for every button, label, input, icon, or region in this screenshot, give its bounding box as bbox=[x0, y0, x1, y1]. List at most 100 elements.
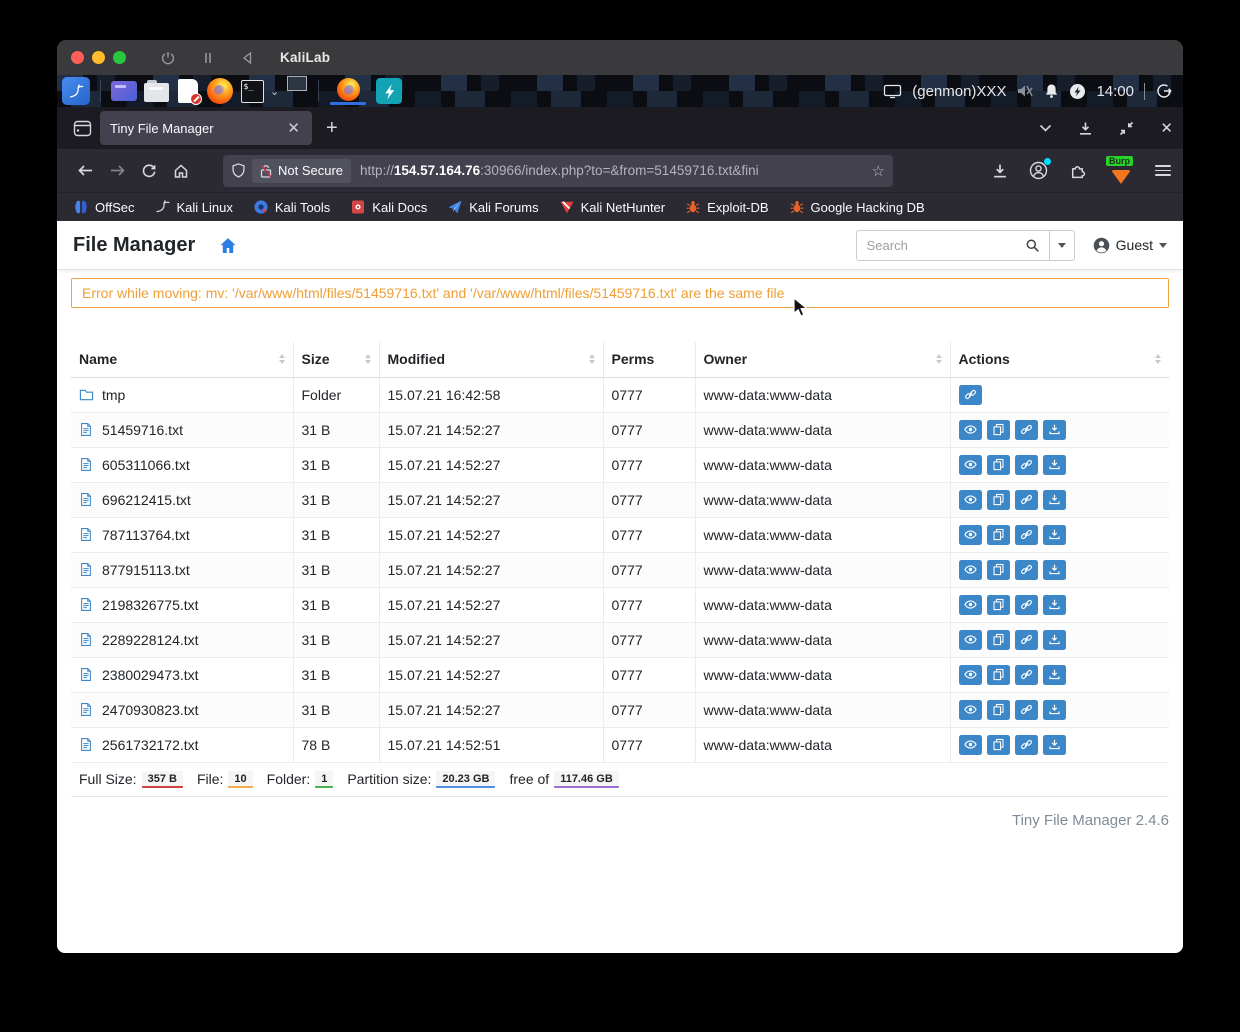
pause-icon[interactable] bbox=[202, 51, 214, 65]
file-link[interactable]: 2380029473.txt bbox=[79, 667, 285, 683]
preview-button[interactable] bbox=[958, 559, 982, 580]
download-button[interactable] bbox=[1042, 559, 1066, 580]
bookmark-kali-linux[interactable]: Kali Linux bbox=[155, 199, 233, 215]
preview-button[interactable] bbox=[958, 734, 982, 755]
notification-bell-icon[interactable] bbox=[1044, 83, 1059, 99]
bookmark-kali-forums[interactable]: Kali Forums bbox=[447, 199, 539, 215]
bookmark-star-icon[interactable]: ☆ bbox=[872, 162, 885, 180]
text-editor-launcher[interactable] bbox=[175, 78, 202, 105]
column-header-size[interactable]: Size bbox=[292, 342, 380, 378]
search-options-button[interactable] bbox=[1050, 231, 1074, 260]
file-link[interactable]: 2289228124.txt bbox=[79, 632, 285, 648]
new-tab-button[interactable]: + bbox=[326, 117, 338, 140]
file-link[interactable]: tmp bbox=[79, 387, 285, 403]
bookmark-offsec[interactable]: OffSec bbox=[73, 199, 135, 215]
home-icon[interactable] bbox=[165, 156, 197, 186]
logout-icon[interactable] bbox=[1155, 82, 1173, 100]
preview-button[interactable] bbox=[958, 489, 982, 510]
macos-close-button[interactable] bbox=[71, 51, 84, 64]
download-button[interactable] bbox=[1042, 734, 1066, 755]
link-button[interactable] bbox=[958, 384, 982, 405]
display-icon[interactable] bbox=[883, 84, 902, 99]
restore-window-icon[interactable] bbox=[1119, 121, 1134, 136]
column-header-actions[interactable]: Actions bbox=[949, 342, 1169, 378]
macos-minimize-button[interactable] bbox=[92, 51, 105, 64]
power-icon[interactable] bbox=[160, 50, 176, 66]
link-button[interactable] bbox=[1014, 699, 1038, 720]
copy-button[interactable] bbox=[986, 419, 1010, 440]
file-link[interactable]: 2561732172.txt bbox=[79, 737, 285, 753]
bookmark-kali-docs[interactable]: Kali Docs bbox=[350, 199, 427, 215]
copy-button[interactable] bbox=[986, 559, 1010, 580]
bookmark-google-hacking-db[interactable]: Google Hacking DB bbox=[789, 199, 925, 215]
workspace-switcher[interactable] bbox=[287, 76, 308, 91]
home-link[interactable] bbox=[219, 237, 237, 254]
kali-menu-button[interactable] bbox=[62, 77, 90, 105]
download-button[interactable] bbox=[1042, 524, 1066, 545]
menu-hamburger-icon[interactable] bbox=[1155, 162, 1171, 179]
user-menu[interactable]: Guest bbox=[1093, 237, 1167, 254]
terminal-emulator-launcher[interactable]: $_ bbox=[239, 78, 265, 104]
file-link[interactable]: 605311066.txt bbox=[79, 457, 285, 473]
copy-button[interactable] bbox=[986, 664, 1010, 685]
copy-button[interactable] bbox=[986, 454, 1010, 475]
download-button[interactable] bbox=[1042, 489, 1066, 510]
download-button[interactable] bbox=[1042, 629, 1066, 650]
tab-close-icon[interactable]: ✕ bbox=[285, 119, 302, 137]
link-button[interactable] bbox=[1014, 594, 1038, 615]
bookmark-kali-tools[interactable]: Kali Tools bbox=[253, 199, 330, 215]
shield-icon[interactable] bbox=[231, 162, 246, 179]
column-header-modified[interactable]: Modified bbox=[378, 342, 604, 378]
download-button[interactable] bbox=[1042, 419, 1066, 440]
firefox-launcher[interactable] bbox=[207, 78, 233, 104]
column-header-owner[interactable]: Owner bbox=[694, 342, 951, 378]
preview-button[interactable] bbox=[958, 699, 982, 720]
security-chip[interactable]: Not Secure bbox=[252, 158, 352, 183]
copy-button[interactable] bbox=[986, 629, 1010, 650]
download-button[interactable] bbox=[1042, 664, 1066, 685]
reload-icon[interactable] bbox=[133, 156, 165, 186]
taskbar-window-zap[interactable] bbox=[376, 78, 403, 104]
back-icon[interactable] bbox=[69, 156, 101, 186]
file-link[interactable]: 696212415.txt bbox=[79, 492, 285, 508]
link-button[interactable] bbox=[1014, 524, 1038, 545]
file-link[interactable]: 877915113.txt bbox=[79, 562, 285, 578]
firefox-view-icon[interactable] bbox=[73, 120, 92, 137]
link-button[interactable] bbox=[1014, 419, 1038, 440]
file-manager-launcher[interactable] bbox=[143, 78, 169, 104]
preview-button[interactable] bbox=[958, 454, 982, 475]
file-link[interactable]: 51459716.txt bbox=[79, 422, 285, 438]
copy-button[interactable] bbox=[986, 524, 1010, 545]
preview-button[interactable] bbox=[958, 419, 982, 440]
preview-button[interactable] bbox=[958, 664, 982, 685]
previous-icon[interactable] bbox=[240, 51, 254, 65]
audio-muted-icon[interactable] bbox=[1016, 83, 1034, 99]
list-all-tabs-icon[interactable] bbox=[1039, 124, 1052, 132]
bookmark-exploit-db[interactable]: Exploit-DB bbox=[685, 199, 769, 215]
browser-tab-active[interactable]: Tiny File Manager ✕ bbox=[100, 111, 312, 145]
download-button[interactable] bbox=[1042, 454, 1066, 475]
account-icon[interactable] bbox=[1029, 158, 1051, 180]
preview-button[interactable] bbox=[958, 594, 982, 615]
file-link[interactable]: 787113764.txt bbox=[79, 527, 285, 543]
downloads-icon[interactable] bbox=[992, 163, 1008, 179]
downloads-icon[interactable] bbox=[1078, 121, 1093, 136]
search-input[interactable] bbox=[856, 237, 1017, 253]
bookmark-kali-nethunter[interactable]: Kali NetHunter bbox=[559, 199, 665, 215]
power-manager-icon[interactable] bbox=[1069, 83, 1086, 100]
taskbar-window-firefox[interactable] bbox=[330, 77, 367, 105]
macos-zoom-button[interactable] bbox=[113, 51, 126, 64]
link-button[interactable] bbox=[1014, 629, 1038, 650]
launcher-chevron-icon[interactable]: ⌄ bbox=[270, 85, 279, 98]
preview-button[interactable] bbox=[958, 629, 982, 650]
link-button[interactable] bbox=[1014, 559, 1038, 580]
terminal-launcher[interactable] bbox=[111, 78, 137, 104]
download-button[interactable] bbox=[1042, 699, 1066, 720]
link-button[interactable] bbox=[1014, 489, 1038, 510]
link-button[interactable] bbox=[1014, 664, 1038, 685]
copy-button[interactable] bbox=[986, 699, 1010, 720]
close-window-icon[interactable]: ✕ bbox=[1160, 119, 1173, 137]
file-link[interactable]: 2470930823.txt bbox=[79, 702, 285, 718]
copy-button[interactable] bbox=[986, 594, 1010, 615]
foxyproxy-extension-icon[interactable]: Burp bbox=[1106, 155, 1134, 184]
